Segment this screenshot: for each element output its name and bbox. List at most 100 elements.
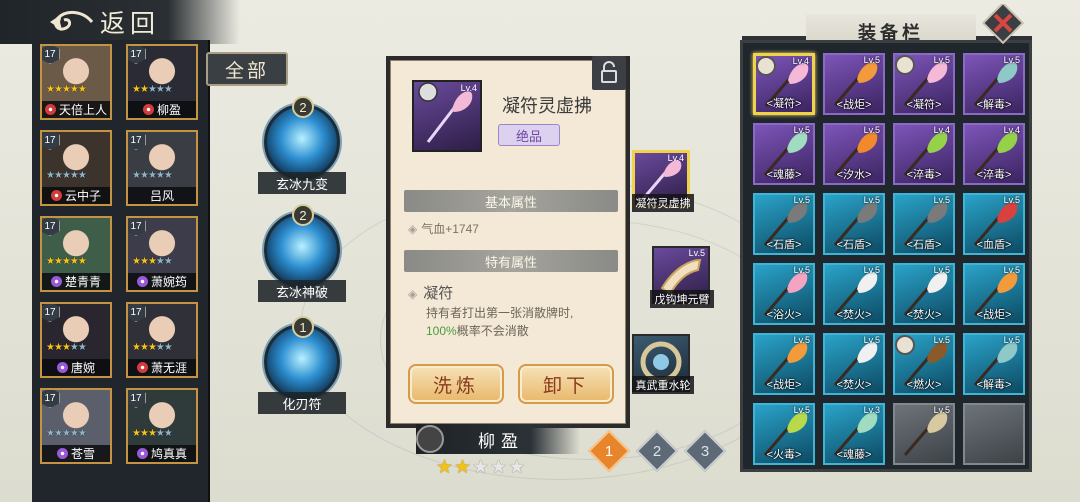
character-card[interactable]: 17 ★★★★★ 苍雪 bbox=[40, 388, 112, 464]
bag-slot[interactable]: Lv.5 <焚火> bbox=[893, 263, 955, 325]
star-icon: ★ bbox=[147, 342, 157, 353]
empty-star-icon: ★ bbox=[53, 428, 63, 439]
star-icon: ★ bbox=[61, 256, 71, 267]
slot-name: <淬毒> bbox=[976, 169, 1012, 181]
character-name-bar: 唐婉 bbox=[42, 359, 110, 376]
star-rating: ★★★★★ bbox=[46, 342, 108, 353]
bag-slot[interactable]: Lv.5 <解毒> bbox=[963, 53, 1025, 115]
star-icon: ★ bbox=[77, 256, 87, 267]
character-card[interactable]: 17 ★★★★★ 萧婉筠 bbox=[126, 216, 198, 292]
character-name-bar: 萧婉筠 bbox=[128, 273, 196, 290]
slot-level: Lv.5 bbox=[1003, 265, 1020, 275]
skill-count: 2 bbox=[292, 204, 314, 226]
star-rating: ★★★★★ bbox=[132, 342, 194, 353]
star-rating: ★★★★★ bbox=[46, 170, 108, 181]
bag-slot[interactable]: Lv.5 <石盾> bbox=[893, 193, 955, 255]
back-label: 返回 bbox=[100, 9, 161, 38]
slot-level: Lv.5 bbox=[1003, 335, 1020, 345]
star-icon: ★ bbox=[132, 342, 141, 353]
character-list[interactable]: 17 ★★★★★ 天倍上人 17 ★★★★★ 柳盈 17 ★★★★★ 云中子 17 ★★★★★ 吕风 1… bbox=[32, 40, 210, 502]
faction-icon bbox=[44, 104, 56, 115]
star-rating: ★★★★★ bbox=[132, 84, 194, 95]
empty-star-icon: ★ bbox=[46, 170, 55, 181]
character-card[interactable]: 17 ★★★★★ 楚青青 bbox=[40, 216, 112, 292]
bag-slot[interactable]: Lv.4 <凝符> bbox=[753, 53, 815, 115]
character-card[interactable]: 17 ★★★★★ 鸠真真 bbox=[126, 388, 198, 464]
character-card[interactable]: 17 ★★★★★ 萧无涯 bbox=[126, 302, 198, 378]
skill-node[interactable]: 2 玄冰九变 bbox=[258, 96, 346, 194]
bag-slot[interactable]: Lv.5 <火毒> bbox=[753, 403, 815, 465]
star-icon: ★ bbox=[46, 84, 55, 95]
faction-icon bbox=[142, 104, 154, 115]
slot-level: Lv.5 bbox=[1003, 195, 1020, 205]
lock-icon bbox=[601, 61, 617, 83]
slot-name: <淬毒> bbox=[906, 169, 942, 181]
bag-slot[interactable]: Lv.3 <魂藤> bbox=[823, 403, 885, 465]
unique-desc-percent: 100% bbox=[426, 324, 457, 338]
slot-name: <解毒> bbox=[976, 379, 1012, 391]
bag-slot[interactable]: Lv.5 <浴火> bbox=[753, 263, 815, 325]
bag-slot[interactable]: Lv.5 <战炬> bbox=[753, 333, 815, 395]
empty-star-icon: ★ bbox=[155, 256, 165, 267]
bag-slot[interactable]: Lv.4 <淬毒> bbox=[963, 123, 1025, 185]
bag-slot[interactable]: Lv.5 <石盾> bbox=[753, 193, 815, 255]
unequip-button[interactable]: 卸下 bbox=[518, 364, 614, 404]
bag-slot[interactable] bbox=[963, 403, 1025, 465]
character-name: 唐婉 bbox=[70, 361, 95, 375]
character-stars: ★★★★★ bbox=[436, 456, 526, 479]
empty-star-icon: ★ bbox=[163, 170, 173, 181]
character-name: 吕风 bbox=[149, 189, 174, 203]
bag-slot[interactable]: Lv.5 <焚火> bbox=[823, 333, 885, 395]
empty-star-icon: ★ bbox=[77, 428, 87, 439]
star-icon: ★ bbox=[139, 428, 149, 439]
slot-name: <魂藤> bbox=[766, 169, 802, 181]
owner-avatar bbox=[895, 335, 915, 355]
skill-node[interactable]: 1 化刃符 bbox=[258, 316, 346, 414]
filter-all-tab[interactable]: 全部 bbox=[206, 52, 288, 86]
character-name: 萧婉筠 bbox=[150, 275, 187, 289]
empty-star-icon: ★ bbox=[147, 84, 157, 95]
bag-slot[interactable]: Lv.4 <淬毒> bbox=[893, 123, 955, 185]
slot-level: Lv.5 bbox=[863, 195, 880, 205]
refine-button[interactable]: 洗炼 bbox=[408, 364, 504, 404]
character-card[interactable]: 17 ★★★★★ 天倍上人 bbox=[40, 44, 112, 120]
bag-slot[interactable]: Lv.5 <战炬> bbox=[823, 53, 885, 115]
empty-star-icon: ★ bbox=[155, 342, 165, 353]
slot-name: <凝符> bbox=[906, 99, 942, 111]
star-icon: ★ bbox=[147, 256, 157, 267]
bag-slot[interactable]: Lv.5 bbox=[893, 403, 955, 465]
character-name-bar: 苍雪 bbox=[42, 445, 110, 462]
bag-slot[interactable]: Lv.5 <燃火> bbox=[893, 333, 955, 395]
slot-name: <石盾> bbox=[766, 239, 802, 251]
bag-slot[interactable]: Lv.5 <焚火> bbox=[823, 263, 885, 325]
star-icon: ★ bbox=[147, 428, 157, 439]
slot-level: Lv.5 bbox=[863, 265, 880, 275]
bag-slot[interactable]: Lv.5 <解毒> bbox=[963, 333, 1025, 395]
element-icon bbox=[416, 425, 444, 453]
lock-button[interactable] bbox=[592, 56, 626, 90]
bag-slot[interactable]: Lv.5 <凝符> bbox=[893, 53, 955, 115]
slot-level: Lv.4 bbox=[933, 125, 950, 135]
slot-name: <浴火> bbox=[766, 309, 802, 321]
bag-slot[interactable]: Lv.5 <汐水> bbox=[823, 123, 885, 185]
character-card[interactable]: 17 ★★★★★ 吕风 bbox=[126, 130, 198, 206]
empty-star-icon: ★ bbox=[472, 457, 491, 478]
slot-name: <火毒> bbox=[766, 449, 802, 461]
character-card[interactable]: 17 ★★★★★ 唐婉 bbox=[40, 302, 112, 378]
slot-name: <战炬> bbox=[976, 309, 1012, 321]
empty-star-icon: ★ bbox=[155, 170, 165, 181]
character-card[interactable]: 17 ★★★★★ 云中子 bbox=[40, 130, 112, 206]
character-card[interactable]: 17 ★★★★★ 柳盈 bbox=[126, 44, 198, 120]
bag-slot[interactable]: Lv.5 <魂藤> bbox=[753, 123, 815, 185]
bag-slot[interactable]: Lv.5 <血盾> bbox=[963, 193, 1025, 255]
skill-name: 玄冰九变 bbox=[258, 172, 346, 194]
bag-slot[interactable]: Lv.5 <战炬> bbox=[963, 263, 1025, 325]
skill-node[interactable]: 2 玄冰神破 bbox=[258, 204, 346, 302]
item-name: 凝符灵虚拂 bbox=[502, 96, 592, 116]
close-button[interactable] bbox=[980, 1, 1026, 45]
bag-slot[interactable]: Lv.5 <石盾> bbox=[823, 193, 885, 255]
owner-avatar bbox=[756, 56, 776, 76]
back-button[interactable]: 返回 bbox=[0, 0, 160, 44]
star-rating: ★★★★★ bbox=[46, 256, 108, 267]
faction-icon bbox=[50, 190, 62, 201]
